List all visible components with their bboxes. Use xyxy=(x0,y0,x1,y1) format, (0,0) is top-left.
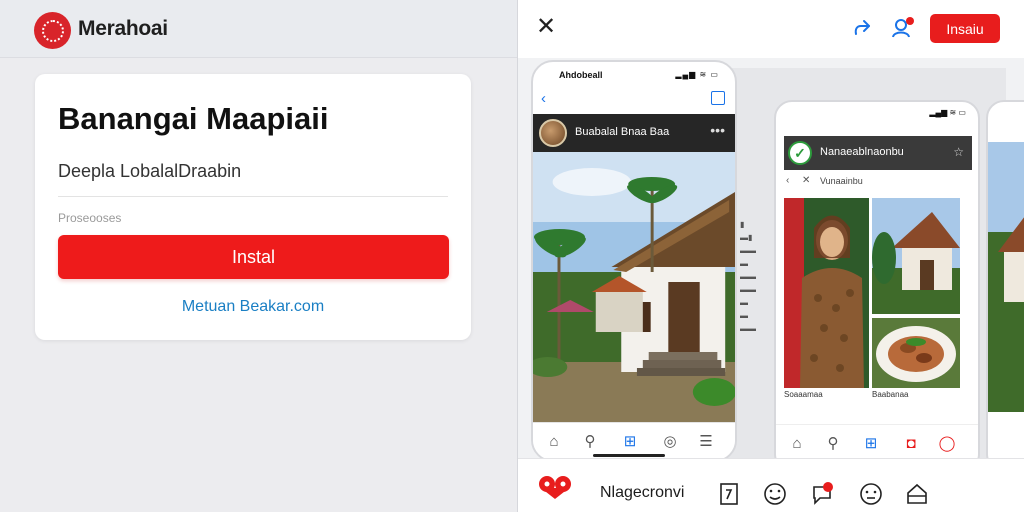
app-header: ✓ Nanaeablnaonbu ☆ xyxy=(784,136,972,170)
notification-chat-icon[interactable] xyxy=(810,481,836,507)
face-icon[interactable] xyxy=(858,481,884,507)
app-subtitle: Deepla LobalalDraabin xyxy=(58,161,242,181)
post-title: Buabalal Bnaa Baa xyxy=(575,126,670,138)
post-header: Buabalal Bnaa Baa ••• xyxy=(533,114,735,152)
compose-icon xyxy=(711,91,725,105)
side-text-column: ▮ ▬▮ ▬▬ ▬ ▬▬ ▬▬ ▬ ▬ ▬▬ xyxy=(740,220,756,333)
header-action-button[interactable]: Insaiu xyxy=(930,14,1000,43)
left-pane: Merahoai Banangai Maapiaii Deepla Lobala… xyxy=(0,0,517,512)
status-bar: ▂▄▆ ≋ ▭ xyxy=(776,102,978,124)
photo-caption: Soaaamaa xyxy=(784,390,823,399)
signal-icons: ▂▄▆ ≋ ▭ xyxy=(675,70,719,79)
signal-icons: ▂▄▆ ≋ ▭ xyxy=(929,108,966,117)
record-icon: ◯ xyxy=(938,435,956,452)
back-icon: ‹ xyxy=(541,90,546,107)
website-link[interactable]: Metuan Beakar.com xyxy=(35,298,471,316)
share-icon[interactable] xyxy=(850,16,874,40)
install-button[interactable]: Instal xyxy=(58,235,449,279)
phone-nav: ‹ xyxy=(533,86,735,112)
phone-tab-bar: ⌂ ⚲ ⊞ ◘ ◯ xyxy=(776,424,978,458)
app-meta: Proseooses xyxy=(58,211,122,225)
left-header: Merahoai xyxy=(0,0,517,58)
bottom-label: Nlagecronvi xyxy=(600,484,685,501)
grid-icon: ⊞ xyxy=(623,433,637,450)
logo-emblem-icon xyxy=(41,19,64,42)
settings-icon: ☆ xyxy=(953,145,964,159)
search-icon: ⚲ xyxy=(584,433,596,450)
chat-icon: ◘ xyxy=(906,435,916,452)
header-title: Nanaeablnaonbu xyxy=(820,146,904,158)
avatar xyxy=(539,119,567,147)
sub-toolbar: ‹ ✕ Vunaainbu xyxy=(784,174,972,192)
traditional-house-photo xyxy=(533,152,735,422)
document-icon[interactable] xyxy=(716,481,742,507)
bottom-toolbar: Nlagecronvi xyxy=(518,458,1024,512)
check-badge-icon: ✓ xyxy=(788,141,812,165)
home-icon: ⌂ xyxy=(549,433,559,450)
close-icon: ✕ xyxy=(802,175,811,186)
phone-screenshot-3 xyxy=(986,100,1024,458)
search-icon: ⚲ xyxy=(827,435,839,452)
house-photo xyxy=(872,198,960,314)
home-icon: ⌂ xyxy=(792,435,802,452)
grid-icon: ⊞ xyxy=(864,435,878,452)
woman-batik-photo xyxy=(784,198,869,388)
brand-logo-icon[interactable] xyxy=(537,474,573,500)
app-info-card: Banangai Maapiaii Deepla LobalalDraabin … xyxy=(35,74,471,340)
food-plate-photo xyxy=(872,318,960,388)
status-text: Ahdobeall xyxy=(559,70,603,80)
more-icon: ••• xyxy=(710,122,725,138)
back-icon: ‹ xyxy=(786,175,790,186)
close-icon[interactable]: ✕ xyxy=(535,15,557,39)
brand-name: Merahoai xyxy=(78,17,168,40)
screenshot-showcase: Ahdobeall ▂▄▆ ≋ ▭ ‹ Buabalal Bnaa Baa ••… xyxy=(518,58,1024,458)
photo-caption: Baabanaa xyxy=(872,390,909,399)
chat-icon: ◎ xyxy=(663,433,677,450)
divider xyxy=(58,196,448,197)
home-indicator xyxy=(593,454,665,457)
status-bar: Ahdobeall ▂▄▆ ≋ ▭ xyxy=(533,62,735,86)
app-title: Banangai Maapiaii xyxy=(58,101,329,136)
menu-icon: ☰ xyxy=(699,433,713,450)
partial-photo xyxy=(988,142,1024,412)
share-box-icon[interactable] xyxy=(904,481,930,507)
phone-screenshot-1: Ahdobeall ▂▄▆ ≋ ▭ ‹ Buabalal Bnaa Baa ••… xyxy=(531,60,737,458)
right-header: ✕ Insaiu xyxy=(518,0,1024,58)
phone-tab-bar: ⌂ ⚲ ⊞ ◎ ☰ xyxy=(533,422,735,458)
phone-screenshot-2: ▂▄▆ ≋ ▭ ✓ Nanaeablnaonbu ☆ ‹ ✕ Vunaainbu xyxy=(774,100,980,458)
emoji-icon[interactable] xyxy=(762,481,788,507)
profile-icon[interactable] xyxy=(890,15,916,41)
sub-toolbar-text: Vunaainbu xyxy=(820,176,863,186)
right-pane: ✕ Insaiu Ahdobeall ▂▄▆ ≋ ▭ ‹ Buabalal Bn… xyxy=(517,0,1024,512)
brand-logo xyxy=(34,12,71,49)
